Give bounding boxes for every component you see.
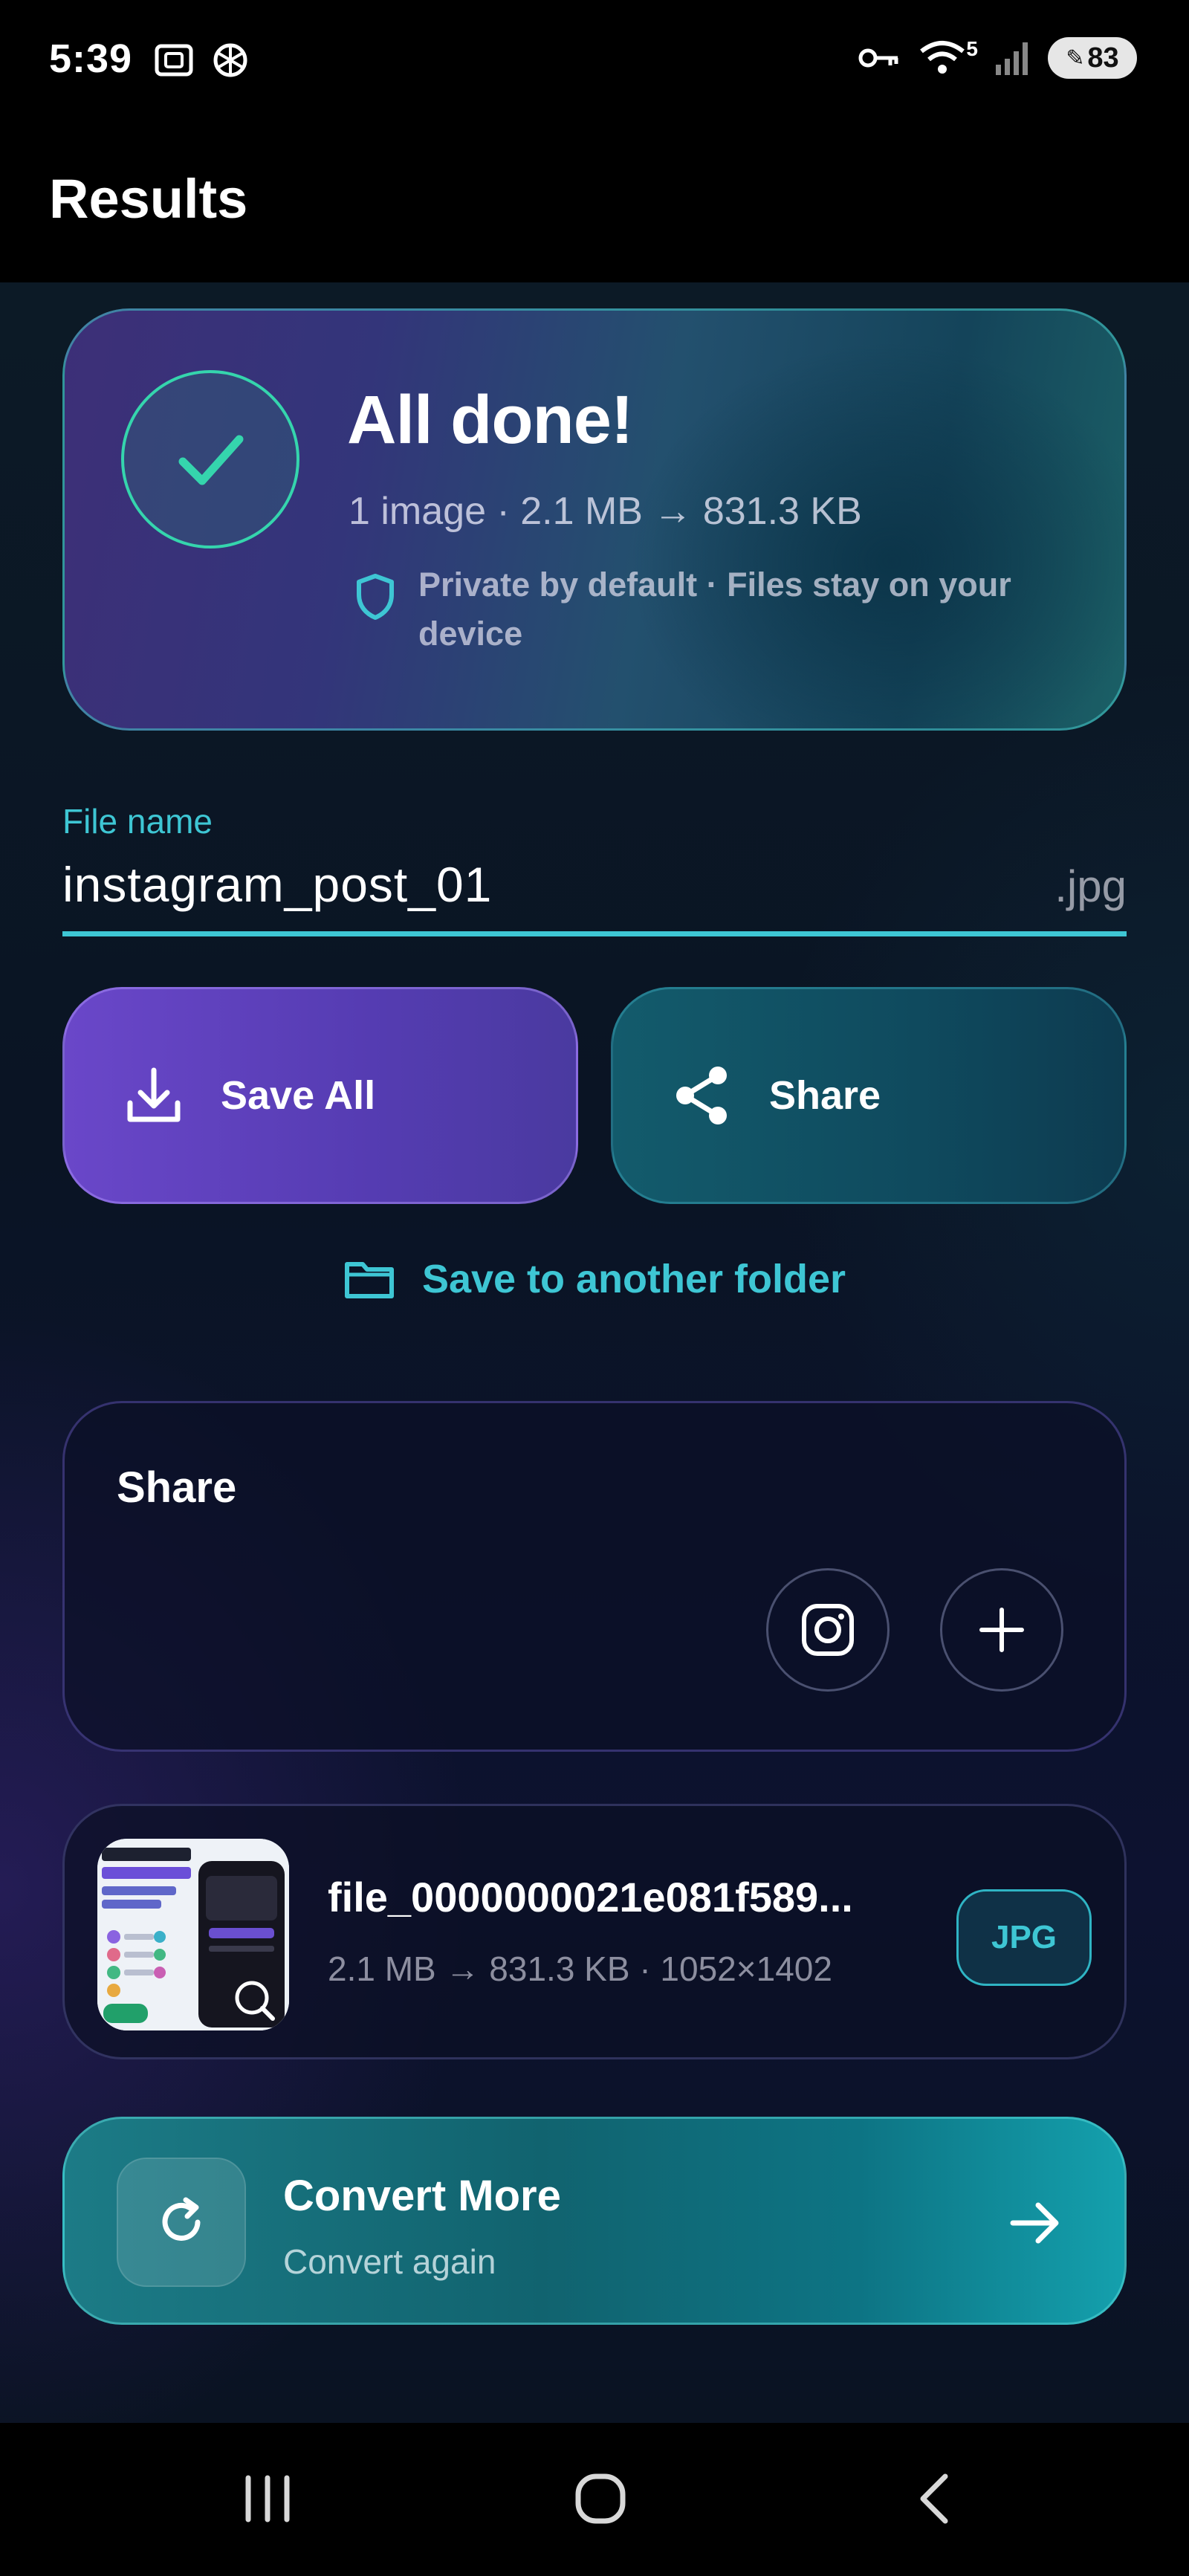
file-name-input[interactable] bbox=[62, 847, 954, 922]
status-time: 5:39 bbox=[49, 36, 133, 81]
arrow-right-icon bbox=[1010, 2202, 1059, 2244]
file-name: file_0000000021e081f589... bbox=[328, 1874, 853, 1920]
file-thumbnail[interactable] bbox=[97, 1839, 289, 2030]
file-meta: 2.1 MB → 831.3 KB · 1052×1402 bbox=[328, 1949, 832, 1988]
save-to-folder-link[interactable]: Save to another folder bbox=[0, 1256, 1189, 1302]
save-to-folder-label: Save to another folder bbox=[421, 1257, 846, 1301]
signal-superscript: 5 bbox=[966, 37, 978, 60]
share-card: Share bbox=[62, 1401, 1127, 1752]
convert-more-title: Convert More bbox=[283, 2172, 561, 2220]
share-icon bbox=[676, 1067, 727, 1124]
share-button[interactable]: Share bbox=[611, 987, 1127, 1204]
save-all-button[interactable]: Save All bbox=[62, 987, 578, 1204]
back-button[interactable] bbox=[908, 2470, 965, 2527]
convert-more-button[interactable]: Convert More Convert again bbox=[62, 2117, 1127, 2325]
privacy-text: Private by default · Files stay on your … bbox=[418, 566, 1011, 653]
thumbnail-preview-image bbox=[97, 1839, 289, 2030]
folder-icon bbox=[344, 1262, 394, 1298]
success-title: All done! bbox=[347, 382, 634, 458]
convert-more-subtitle: Convert again bbox=[283, 2242, 496, 2281]
battery-icon: ✎ 83 bbox=[1048, 37, 1137, 79]
save-all-label: Save All bbox=[221, 1073, 376, 1118]
home-button[interactable] bbox=[572, 2470, 629, 2527]
screenshot-icon bbox=[155, 44, 193, 77]
plus-icon bbox=[979, 1608, 1024, 1652]
file-list-item[interactable]: file_0000000021e081f589... 2.1 MB → 831.… bbox=[62, 1804, 1127, 2059]
share-label: Share bbox=[769, 1073, 881, 1118]
share-more-button[interactable] bbox=[940, 1568, 1063, 1692]
app-bar: Results bbox=[0, 126, 1189, 282]
system-navigation-bar bbox=[0, 2423, 1189, 2576]
download-icon bbox=[127, 1067, 181, 1122]
battery-level: 83 bbox=[1087, 42, 1119, 74]
conversion-summary: 1 image · 2.1 MB → 831.3 KB bbox=[349, 490, 862, 533]
check-icon bbox=[178, 435, 244, 485]
key-icon bbox=[858, 48, 898, 68]
format-badge: JPG bbox=[956, 1889, 1092, 1986]
share-section-title: Share bbox=[117, 1463, 237, 1512]
refresh-icon bbox=[162, 2197, 201, 2241]
file-name-field[interactable]: .jpg bbox=[62, 847, 1127, 936]
privacy-note: Private by default · Files stay on your … bbox=[354, 560, 1083, 658]
status-bar: 5:39 5 ✎ 83 bbox=[0, 0, 1189, 126]
recent-apps-button[interactable] bbox=[239, 2470, 296, 2527]
shield-icon bbox=[357, 574, 394, 620]
wifi-icon bbox=[920, 41, 965, 74]
page-title: Results bbox=[49, 168, 248, 230]
instagram-icon bbox=[802, 1604, 854, 1656]
results-content[interactable]: All done! 1 image · 2.1 MB → 831.3 KB Pr… bbox=[0, 282, 1189, 2423]
convert-icon-box bbox=[117, 2158, 246, 2287]
file-extension-suffix: .jpg bbox=[1054, 861, 1127, 911]
success-card: All done! 1 image · 2.1 MB → 831.3 KB Pr… bbox=[62, 308, 1127, 731]
share-instagram-button[interactable] bbox=[766, 1568, 890, 1692]
success-check-badge bbox=[121, 370, 299, 548]
openai-icon bbox=[213, 43, 247, 77]
signal-icon bbox=[996, 42, 1028, 75]
file-name-label: File name bbox=[62, 802, 213, 841]
